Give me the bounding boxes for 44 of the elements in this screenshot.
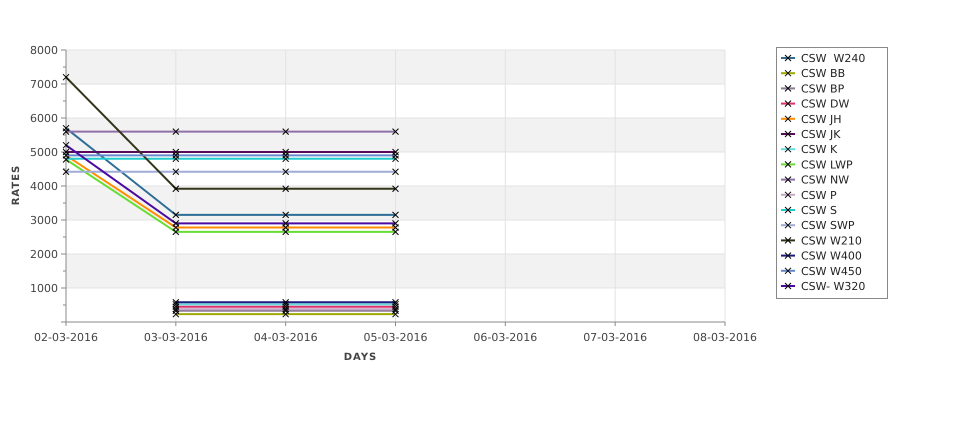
x-tick-label: 05-03-2016	[364, 331, 428, 344]
legend-label: CSW SWP	[801, 219, 855, 232]
legend-label: CSW W240	[801, 52, 866, 65]
legend-label: CSW JH	[801, 112, 842, 126]
y-tick-label: 7000	[30, 78, 58, 91]
data-point-marker	[172, 168, 180, 176]
x-tick-label: 06-03-2016	[473, 331, 538, 344]
legend-label: CSW W210	[801, 234, 862, 248]
x-tick-label: 08-03-2016	[693, 331, 757, 344]
legend-label: CSW JK	[801, 128, 840, 141]
y-tick-label: 3000	[30, 214, 58, 227]
data-point-marker	[282, 185, 290, 192]
legend-label: CSW S	[801, 204, 838, 217]
data-point-marker	[282, 128, 290, 136]
data-point-marker	[392, 185, 399, 192]
legend-label: CSW W450	[801, 264, 862, 278]
y-tick-label: 2000	[30, 248, 58, 261]
x-axis-title: DAYS	[344, 352, 378, 363]
legend-label: CSW LWP	[801, 158, 853, 172]
legend-label: CSW DW	[801, 98, 850, 111]
legend-label: CSW W400	[801, 250, 862, 263]
legend-label: CSW BP	[801, 82, 844, 96]
y-tick-label: 5000	[30, 146, 58, 159]
data-point-marker	[62, 168, 70, 176]
y-axis-title: RATES	[11, 164, 22, 206]
legend-label: CSW NW	[801, 174, 850, 187]
x-tick-label: 02-03-2016	[34, 331, 98, 344]
x-tick-label: 04-03-2016	[254, 331, 318, 344]
x-tick-label: 03-03-2016	[144, 331, 208, 344]
legend-label: CSW BB	[801, 67, 846, 80]
data-point-marker	[392, 128, 399, 136]
legend-label: CSW- W320	[801, 280, 866, 293]
legend-label: CSW K	[801, 143, 838, 156]
data-point-marker	[172, 128, 180, 136]
x-tick-label: 07-03-2016	[583, 331, 648, 344]
legend-label: CSW P	[801, 188, 837, 202]
y-tick-label: 1000	[30, 282, 58, 295]
data-point-marker	[392, 168, 399, 176]
y-tick-label: 8000	[30, 44, 58, 57]
y-tick-label: 6000	[30, 112, 58, 125]
y-tick-label: 4000	[30, 180, 58, 193]
data-point-marker	[172, 185, 180, 192]
data-point-marker	[282, 168, 290, 176]
data-point-marker	[62, 74, 70, 81]
